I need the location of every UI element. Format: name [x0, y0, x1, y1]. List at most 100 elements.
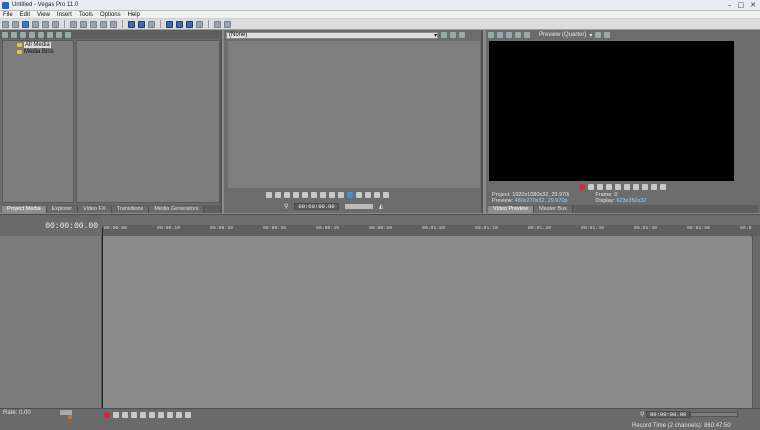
rate-slider-thumb-icon[interactable] [68, 415, 72, 419]
previous-frame-icon[interactable] [651, 184, 657, 190]
loop-icon[interactable] [113, 412, 119, 418]
new-project-icon[interactable] [2, 20, 9, 28]
trimmer-delete-icon[interactable] [459, 32, 465, 38]
trimmer-scrubber[interactable] [344, 204, 373, 209]
menu-view[interactable]: View [37, 12, 50, 18]
overwrite-icon[interactable] [365, 192, 371, 198]
go-to-end-icon[interactable] [320, 192, 326, 198]
search-icon[interactable] [65, 31, 71, 38]
go-to-start-icon[interactable] [633, 184, 639, 190]
views-icon[interactable] [56, 31, 62, 38]
menu-file[interactable]: File [3, 12, 13, 18]
add-to-timeline-icon[interactable] [356, 192, 362, 198]
go-to-end-icon[interactable] [167, 412, 173, 418]
next-frame-icon[interactable] [660, 184, 666, 190]
preview-device-icon[interactable] [497, 32, 503, 38]
tab-project-media[interactable]: Project Media [2, 206, 47, 213]
auto-crossfade-icon[interactable] [176, 20, 183, 28]
go-to-start-icon[interactable] [311, 192, 317, 198]
open-icon[interactable] [12, 20, 19, 28]
get-media-icon[interactable] [20, 31, 26, 38]
previous-frame-icon[interactable] [329, 192, 335, 198]
tab-media-generators[interactable]: Media Generators [149, 206, 205, 213]
paste-icon[interactable] [90, 20, 97, 28]
maximize-button[interactable]: □ [738, 1, 745, 9]
render-as-icon[interactable] [52, 20, 59, 28]
insert-mode-icon[interactable] [347, 192, 353, 198]
stop-icon[interactable] [149, 412, 155, 418]
go-to-end-icon[interactable] [642, 184, 648, 190]
import-media-icon[interactable] [2, 31, 8, 38]
next-frame-icon[interactable] [338, 192, 344, 198]
overlays-icon[interactable] [524, 32, 530, 38]
timeline-cursor[interactable] [102, 228, 103, 408]
tab-transitions[interactable]: Transitions [111, 206, 150, 213]
capture-video-icon[interactable] [11, 31, 17, 38]
pause-icon[interactable] [140, 412, 146, 418]
menu-edit[interactable]: Edit [20, 12, 30, 18]
loop-icon[interactable] [266, 192, 272, 198]
save-icon[interactable] [22, 20, 29, 28]
envelope-tool-icon[interactable] [138, 20, 145, 28]
fit-out-icon[interactable] [383, 192, 389, 198]
snapping-icon[interactable] [166, 20, 173, 28]
previous-frame-icon[interactable] [176, 412, 182, 418]
play-from-start-icon[interactable] [284, 192, 290, 198]
tab-master-bus[interactable]: Master Bus [534, 206, 573, 213]
undo-icon[interactable] [100, 20, 107, 28]
play-icon[interactable] [131, 412, 137, 418]
fit-in-icon[interactable] [374, 192, 380, 198]
cut-icon[interactable] [70, 20, 77, 28]
media-file-list[interactable] [76, 40, 220, 203]
tab-video-preview[interactable]: Video Preview [488, 206, 535, 213]
record-icon[interactable] [579, 184, 585, 190]
project-properties-icon[interactable] [488, 32, 494, 38]
play-icon[interactable] [597, 184, 603, 190]
media-fx-icon[interactable] [38, 31, 44, 38]
redo-icon[interactable] [110, 20, 117, 28]
loop-icon[interactable] [588, 184, 594, 190]
normal-edit-tool-icon[interactable] [128, 20, 135, 28]
trimmer-media-select[interactable]: (None) ▾ [226, 31, 438, 39]
timeline-track-area[interactable] [103, 236, 751, 408]
play-icon[interactable] [275, 192, 281, 198]
menu-options[interactable]: Options [100, 12, 121, 18]
play-from-start-icon[interactable] [606, 184, 612, 190]
save-as-icon[interactable] [32, 20, 39, 28]
pause-icon[interactable] [293, 192, 299, 198]
zoom-slider[interactable] [690, 412, 738, 417]
menu-insert[interactable]: Insert [57, 12, 72, 18]
go-to-start-icon[interactable] [158, 412, 164, 418]
minimize-button[interactable]: – [728, 1, 732, 9]
copy-icon[interactable] [80, 20, 87, 28]
trimmer-canvas[interactable] [228, 41, 480, 188]
next-frame-icon[interactable] [185, 412, 191, 418]
trimmer-edit-icon[interactable] [450, 32, 456, 38]
tab-video-fx[interactable]: Video FX [78, 206, 112, 213]
track-header-area[interactable] [0, 236, 102, 408]
remove-media-icon[interactable] [29, 31, 35, 38]
tab-explorer[interactable]: Explorer [46, 206, 79, 213]
video-output-fx-icon[interactable] [506, 32, 512, 38]
preview-screen[interactable] [489, 41, 734, 181]
save-snapshot-icon[interactable] [604, 32, 611, 38]
help-icon[interactable] [214, 20, 221, 28]
tree-item-media-bins[interactable]: Media Bins [3, 48, 73, 55]
record-icon[interactable] [104, 412, 110, 418]
trimmer-settings-icon[interactable] [441, 32, 447, 38]
timeline-vertical-scrollbar[interactable] [752, 236, 760, 408]
preview-quality[interactable]: Preview (Quarter) [539, 32, 586, 38]
stop-icon[interactable] [624, 184, 630, 190]
close-button[interactable]: ✕ [750, 1, 756, 9]
menu-help[interactable]: Help [128, 12, 140, 18]
play-from-start-icon[interactable] [122, 412, 128, 418]
split-screen-icon[interactable] [515, 32, 521, 38]
whats-this-icon[interactable] [224, 20, 231, 28]
auto-ripple-icon[interactable] [186, 20, 193, 28]
menu-tools[interactable]: Tools [79, 12, 93, 18]
lock-envelopes-icon[interactable] [196, 20, 203, 28]
selection-tool-icon[interactable] [148, 20, 155, 28]
copy-snapshot-icon[interactable] [595, 32, 602, 38]
tree-item-all-media[interactable]: All Media [3, 41, 73, 48]
media-properties-icon[interactable] [47, 31, 53, 38]
